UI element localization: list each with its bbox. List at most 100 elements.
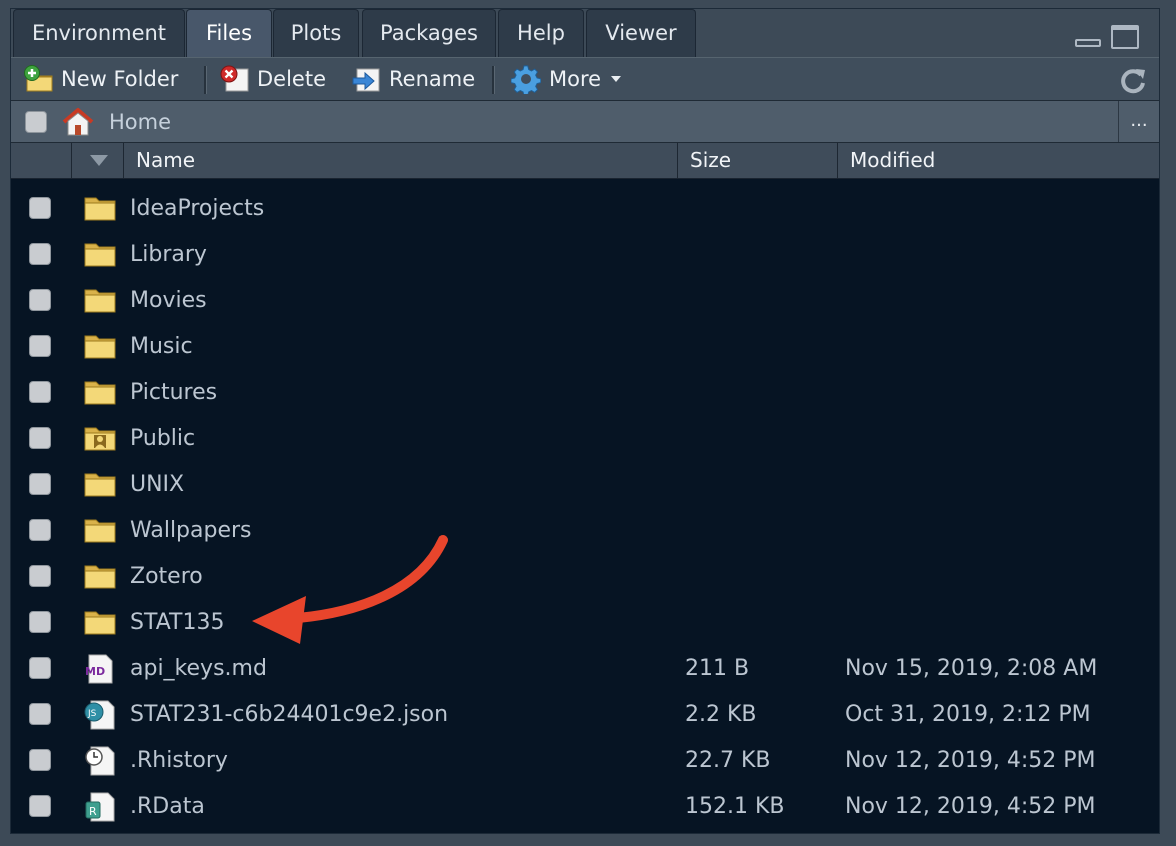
file-checkbox[interactable] — [29, 519, 51, 541]
sort-column-header[interactable] — [71, 143, 123, 178]
window-controls — [1071, 23, 1151, 51]
folder-icon — [83, 286, 117, 314]
new-folder-label: New Folder — [61, 67, 179, 91]
file-row[interactable]: Pictures — [11, 369, 1159, 415]
tab-help[interactable]: Help — [498, 9, 584, 57]
file-checkbox[interactable] — [29, 795, 51, 817]
file-name-link[interactable]: STAT135 — [130, 599, 224, 647]
file-checkbox[interactable] — [29, 565, 51, 587]
file-list-header: Name Size Modified — [11, 143, 1159, 179]
rename-label: Rename — [389, 67, 476, 91]
file-checkbox[interactable] — [29, 749, 51, 771]
file-name-link[interactable]: Public — [130, 415, 195, 463]
chevron-down-icon — [611, 76, 622, 82]
file-row[interactable]: R .RData 152.1 KB Nov 12, 2019, 4:52 PM — [11, 783, 1159, 829]
file-name-link[interactable]: IdeaProjects — [130, 185, 264, 233]
new-folder-icon — [23, 64, 53, 94]
tab-bar: Environment Files Plots Packages Help Vi… — [11, 9, 1159, 57]
select-all-checkbox[interactable] — [25, 111, 47, 133]
file-modified: Oct 31, 2019, 2:12 PM — [845, 702, 1091, 727]
delete-label: Delete — [257, 67, 326, 91]
file-name-link[interactable]: Music — [130, 323, 193, 371]
file-checkbox[interactable] — [29, 381, 51, 403]
toolbar-separator — [204, 66, 207, 94]
file-row[interactable]: JS STAT231-c6b24401c9e2.json 2.2 KB Oct 31,… — [11, 691, 1159, 737]
folder-icon — [83, 470, 117, 498]
tab-plots[interactable]: Plots — [273, 9, 359, 57]
files-pane: Environment Files Plots Packages Help Vi… — [10, 8, 1160, 834]
more-menu-button[interactable]: More — [510, 58, 622, 100]
refresh-icon[interactable] — [1119, 66, 1147, 94]
delete-button[interactable]: Delete — [219, 58, 326, 100]
file-name-link[interactable]: Zotero — [130, 553, 203, 601]
file-name-link[interactable]: api_keys.md — [130, 645, 267, 693]
file-name-link[interactable]: .RData — [130, 783, 205, 831]
name-column-header[interactable]: Name — [123, 143, 677, 178]
folder-icon — [83, 516, 117, 544]
modified-column-header[interactable]: Modified — [837, 143, 1159, 178]
file-row[interactable]: Music — [11, 323, 1159, 369]
path-bar: Home ... — [11, 101, 1159, 143]
folder-icon — [83, 608, 117, 636]
history-file-icon — [83, 746, 117, 776]
new-folder-button[interactable]: New Folder — [23, 58, 178, 100]
go-to-directory-button[interactable]: ... — [1118, 101, 1159, 142]
public-folder-icon — [83, 424, 117, 452]
file-row[interactable]: Library — [11, 231, 1159, 277]
file-modified: Nov 12, 2019, 4:52 PM — [845, 748, 1096, 773]
file-checkbox[interactable] — [29, 335, 51, 357]
folder-icon — [83, 194, 117, 222]
file-row[interactable]: Zotero — [11, 553, 1159, 599]
sort-descending-icon — [90, 155, 108, 166]
file-checkbox[interactable] — [29, 427, 51, 449]
tab-environment[interactable]: Environment — [13, 9, 185, 57]
file-modified: Nov 15, 2019, 2:08 AM — [845, 656, 1098, 681]
file-size: 211 B — [685, 656, 750, 681]
file-row[interactable]: MD api_keys.md 211 B Nov 15, 2019, 2:08 AM — [11, 645, 1159, 691]
file-row[interactable]: Public — [11, 415, 1159, 461]
file-name-link[interactable]: Wallpapers — [130, 507, 252, 555]
file-row[interactable]: Wallpapers — [11, 507, 1159, 553]
file-checkbox[interactable] — [29, 289, 51, 311]
file-modified: Nov 12, 2019, 4:52 PM — [845, 794, 1096, 819]
svg-text:MD: MD — [85, 665, 105, 678]
file-name-link[interactable]: Movies — [130, 277, 207, 325]
file-name-link[interactable]: UNIX — [130, 461, 184, 509]
tab-packages[interactable]: Packages — [362, 9, 496, 57]
file-name-link[interactable]: Pictures — [130, 369, 217, 417]
file-size: 152.1 KB — [685, 794, 785, 819]
svg-text:R: R — [89, 805, 97, 818]
file-checkbox[interactable] — [29, 197, 51, 219]
toolbar-separator — [492, 66, 495, 94]
file-row[interactable]: Movies — [11, 277, 1159, 323]
file-checkbox[interactable] — [29, 657, 51, 679]
file-name-link[interactable]: Library — [130, 231, 207, 279]
breadcrumb-home[interactable]: Home — [109, 101, 171, 143]
file-checkbox[interactable] — [29, 611, 51, 633]
file-checkbox[interactable] — [29, 473, 51, 495]
svg-text:JS: JS — [87, 709, 97, 719]
file-name-link[interactable]: STAT231-c6b24401c9e2.json — [130, 691, 448, 739]
folder-icon — [83, 378, 117, 406]
json-file-icon: JS — [83, 700, 117, 730]
rename-icon — [351, 64, 381, 94]
file-row[interactable]: STAT135 — [11, 599, 1159, 645]
tab-files[interactable]: Files — [186, 9, 272, 57]
files-toolbar: New Folder Delete Rename More — [11, 57, 1159, 101]
file-row[interactable]: .Rhistory 22.7 KB Nov 12, 2019, 4:52 PM — [11, 737, 1159, 783]
maximize-pane-button[interactable] — [1111, 25, 1139, 49]
home-icon[interactable] — [61, 107, 95, 137]
rename-button[interactable]: Rename — [351, 58, 475, 100]
file-checkbox[interactable] — [29, 243, 51, 265]
gear-icon — [510, 64, 542, 97]
folder-icon — [83, 562, 117, 590]
folder-icon — [83, 332, 117, 360]
size-column-header[interactable]: Size — [677, 143, 837, 178]
file-size: 2.2 KB — [685, 702, 757, 727]
file-checkbox[interactable] — [29, 703, 51, 725]
tab-viewer[interactable]: Viewer — [586, 9, 696, 57]
file-name-link[interactable]: .Rhistory — [130, 737, 228, 785]
file-row[interactable]: IdeaProjects — [11, 185, 1159, 231]
file-row[interactable]: UNIX — [11, 461, 1159, 507]
minimize-pane-button[interactable] — [1075, 39, 1101, 47]
